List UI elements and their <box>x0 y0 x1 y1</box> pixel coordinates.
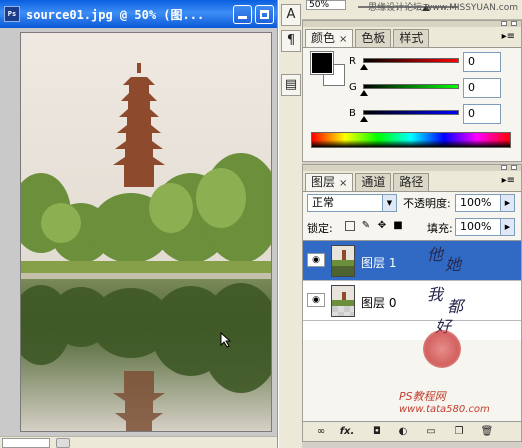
layer-comps-button[interactable]: ▤ <box>281 74 301 96</box>
site-name-mark: PS教程网 <box>399 390 446 403</box>
lock-transparency-icon[interactable] <box>345 221 355 231</box>
color-panel-tabs: 颜色 × 色板 样式 <box>305 29 431 47</box>
panel-dock-strip: A ¶ ▤ <box>278 0 302 448</box>
status-bar <box>0 436 277 448</box>
layer-thumbnail[interactable] <box>331 245 355 277</box>
new-layer-icon[interactable]: ❐ <box>451 425 467 439</box>
blue-value-field[interactable]: 0 <box>463 104 501 124</box>
tab-paths[interactable]: 路径 <box>393 173 430 191</box>
fill-field[interactable]: 100% ▶ <box>455 218 515 236</box>
green-slider-thumb[interactable] <box>360 90 368 96</box>
fill-value: 100% <box>460 220 492 233</box>
layer-row[interactable]: ◉ 图层 1 <box>303 241 521 281</box>
photoshop-icon: Ps <box>4 6 20 22</box>
opacity-field[interactable]: 100% ▶ <box>455 194 515 212</box>
status-nav-button[interactable] <box>56 438 70 448</box>
panel-close-icon[interactable] <box>511 21 517 26</box>
link-icon[interactable]: ∞ <box>313 425 329 439</box>
navigator-zoom-bar: 50% 思缘设计论坛 www.MISSYUAN.com <box>302 0 522 20</box>
group-icon[interactable]: ▭ <box>423 425 439 439</box>
layers-panel-tabs: 图层 × 通道 路径 <box>305 173 431 191</box>
signature-char: 他 <box>427 245 444 264</box>
panel-menu-icon[interactable]: ▸≡ <box>502 31 515 42</box>
tab-color[interactable]: 颜色 × <box>305 29 354 47</box>
panel-grip[interactable] <box>303 165 521 171</box>
tab-styles[interactable]: 样式 <box>393 29 430 47</box>
red-value-field[interactable]: 0 <box>463 52 501 72</box>
opacity-value: 100% <box>460 196 492 209</box>
layers-panel: 图层 × 通道 路径 ▸≡ 正常 ▼ 不透明度: 100% ▶ 锁定: ✎ ✥ ■… <box>302 164 522 442</box>
layer-thumbnail[interactable] <box>331 285 355 317</box>
signature-char: 她 <box>445 255 462 274</box>
close-icon[interactable]: × <box>339 34 347 45</box>
layers-panel-body: 正常 ▼ 不透明度: 100% ▶ 锁定: ✎ ✥ ■ 填充: 100% ▶ ◉ <box>303 191 521 441</box>
tab-swatches[interactable]: 色板 <box>355 29 392 47</box>
green-channel-label: G <box>349 82 357 93</box>
site-watermark: 思缘设计论坛 www.MISSYUAN.com <box>368 3 518 13</box>
mask-icon[interactable]: ◘ <box>369 425 385 439</box>
blue-channel-label: B <box>349 108 356 119</box>
panel-minimize-icon[interactable] <box>501 165 507 170</box>
green-value-field[interactable]: 0 <box>463 78 501 98</box>
tab-layers[interactable]: 图层 × <box>305 173 354 191</box>
red-channel-label: R <box>349 56 356 67</box>
panel-close-icon[interactable] <box>511 165 517 170</box>
lock-all-icon[interactable]: ■ <box>393 221 403 231</box>
green-channel-slider[interactable] <box>363 84 459 89</box>
color-panel-body: R 0 G 0 B 0 <box>303 47 521 161</box>
lock-label: 锁定: <box>307 222 333 235</box>
layers-bottom-toolbar: ∞ fx. ◘ ◐ ▭ ❐ 🗑 <box>303 421 521 441</box>
foreground-color-swatch[interactable] <box>310 51 334 75</box>
document-window: Ps source01.jpg @ 50% (图... <box>0 0 278 448</box>
blue-channel-slider[interactable] <box>363 110 459 115</box>
panel-menu-icon[interactable]: ▸≡ <box>502 175 515 186</box>
document-title-bar[interactable]: Ps source01.jpg @ 50% (图... <box>0 0 277 28</box>
color-spectrum-ramp[interactable] <box>311 132 511 148</box>
lock-pixels-icon[interactable]: ✎ <box>361 221 371 231</box>
minimize-button[interactable] <box>233 5 252 24</box>
red-slider-thumb[interactable] <box>360 64 368 70</box>
layer-row[interactable]: ◉ 图层 0 <box>303 281 521 321</box>
document-canvas[interactable] <box>20 32 272 432</box>
layer-list: ◉ 图层 1 ◉ 图层 0 他 她 我 都 好 <box>303 240 521 340</box>
chevron-down-icon[interactable]: ▼ <box>382 195 396 211</box>
opacity-label: 不透明度: <box>403 197 451 210</box>
site-url-mark: www.tata580.com <box>399 404 490 415</box>
blue-slider-thumb[interactable] <box>360 116 368 122</box>
red-channel-slider[interactable] <box>363 58 459 63</box>
red-seal-stamp <box>423 330 461 368</box>
zoom-percent[interactable]: 50% <box>306 0 346 10</box>
adjustment-icon[interactable]: ◐ <box>395 425 411 439</box>
tab-channels[interactable]: 通道 <box>355 173 392 191</box>
signature-char: 我 <box>427 285 444 304</box>
trash-icon[interactable]: 🗑 <box>479 425 495 439</box>
visibility-eye-icon[interactable]: ◉ <box>307 253 325 267</box>
paragraph-panel-button[interactable]: ¶ <box>281 30 301 52</box>
layer-thumbnail-image <box>332 286 354 316</box>
visibility-eye-icon[interactable]: ◉ <box>307 293 325 307</box>
lock-position-icon[interactable]: ✥ <box>377 221 387 231</box>
layer-name[interactable]: 图层 1 <box>361 254 396 271</box>
blend-mode-value: 正常 <box>312 196 334 209</box>
blend-mode-select[interactable]: 正常 ▼ <box>307 194 397 212</box>
document-title: source01.jpg @ 50% (图... <box>26 8 205 22</box>
fx-icon[interactable]: fx. <box>339 425 355 439</box>
panel-grip[interactable] <box>303 21 521 27</box>
layer-name[interactable]: 图层 0 <box>361 294 396 311</box>
close-icon[interactable]: × <box>339 178 347 189</box>
chevron-right-icon[interactable]: ▶ <box>500 195 514 211</box>
color-panel: 颜色 × 色板 样式 ▸≡ R 0 G 0 B 0 <box>302 20 522 162</box>
maximize-button[interactable] <box>255 5 274 24</box>
fill-label: 填充: <box>427 222 453 235</box>
zoom-field[interactable] <box>2 438 50 448</box>
layer-thumbnail-image <box>332 246 354 276</box>
panel-minimize-icon[interactable] <box>501 21 507 26</box>
chevron-right-icon[interactable]: ▶ <box>500 219 514 235</box>
character-panel-button[interactable]: A <box>281 4 301 26</box>
canvas-area <box>0 28 277 436</box>
landscape-photo <box>21 33 271 431</box>
